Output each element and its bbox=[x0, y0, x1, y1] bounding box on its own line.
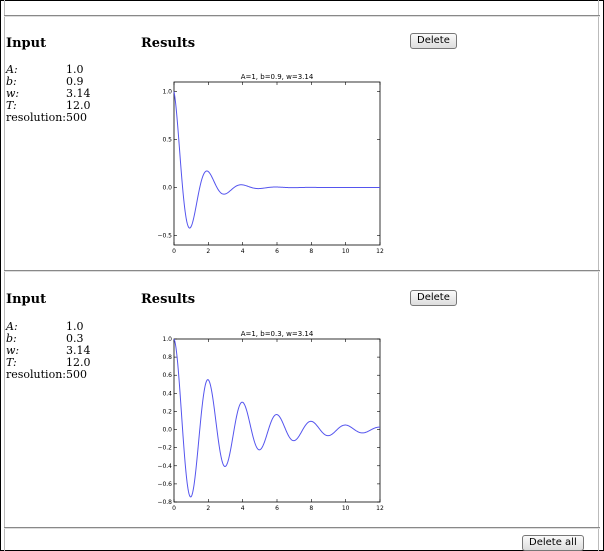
y-tick-label: 0.2 bbox=[162, 408, 172, 415]
y-tick-label: 0.8 bbox=[162, 354, 172, 361]
x-tick-label: 4 bbox=[241, 505, 245, 512]
y-tick-label: −0.2 bbox=[157, 445, 172, 452]
divider bbox=[4, 527, 600, 529]
param-value: 500 bbox=[66, 368, 87, 381]
results-chart: A=1, b=0.3, w=3.14 0 2 4 6 8 10 12 1.0 0.8 0.6 0.4 0… bbox=[157, 330, 384, 512]
y-tick-label: 1.0 bbox=[162, 336, 172, 343]
x-tick-label: 8 bbox=[309, 505, 313, 512]
results-chart: A=1, b=0.9, w=3.14 0 2 4 6 8 10 12 1.0 0.5 0.0 −0.5 bbox=[157, 73, 384, 255]
param-row: resolution: 500 bbox=[6, 369, 91, 381]
y-tick-label: 0.6 bbox=[162, 372, 172, 379]
divider bbox=[4, 270, 600, 272]
x-tick-label: 6 bbox=[275, 505, 279, 512]
y-tick-label: −0.8 bbox=[157, 499, 172, 506]
param-value: 500 bbox=[66, 111, 87, 124]
x-tick-label: 6 bbox=[275, 248, 279, 255]
input-params: A: 1.0 b: 0.9 w: 3.14 T: 12.0 resolution: 500 bbox=[6, 64, 91, 124]
x-tick-label: 12 bbox=[376, 505, 384, 512]
x-tick-label: 10 bbox=[342, 505, 350, 512]
param-key: resolution: bbox=[6, 111, 66, 124]
input-heading: Input bbox=[6, 36, 47, 51]
x-tick-label: 0 bbox=[172, 248, 176, 255]
param-key: resolution: bbox=[6, 368, 66, 381]
delete-button[interactable]: Delete bbox=[410, 290, 457, 306]
plot-area bbox=[173, 338, 381, 503]
results-heading: Results bbox=[141, 292, 196, 307]
x-tick-label: 2 bbox=[206, 248, 210, 255]
y-tick-label: 1.0 bbox=[162, 89, 172, 96]
y-tick-label: 0.0 bbox=[162, 427, 172, 434]
delete-button[interactable]: Delete bbox=[410, 33, 457, 49]
delete-all-button[interactable]: Delete all bbox=[522, 535, 584, 551]
left-border bbox=[4, 0, 5, 551]
y-tick-label: −0.6 bbox=[157, 481, 172, 488]
y-tick-label: 0.5 bbox=[162, 137, 172, 144]
y-tick-label: 0.0 bbox=[162, 184, 172, 191]
results-heading: Results bbox=[141, 36, 196, 51]
input-heading: Input bbox=[6, 292, 47, 307]
param-row: resolution: 500 bbox=[6, 112, 91, 124]
y-tick-label: 0.4 bbox=[162, 390, 172, 397]
right-border bbox=[598, 0, 599, 551]
divider bbox=[4, 15, 600, 17]
x-tick-label: 12 bbox=[376, 248, 384, 255]
y-tick-label: −0.5 bbox=[157, 232, 172, 239]
chart-title: A=1, b=0.9, w=3.14 bbox=[241, 73, 314, 81]
x-tick-label: 0 bbox=[172, 505, 176, 512]
x-tick-label: 4 bbox=[241, 248, 245, 255]
x-tick-label: 2 bbox=[206, 505, 210, 512]
y-tick-label: −0.4 bbox=[157, 463, 172, 470]
plot-area bbox=[173, 81, 381, 246]
input-params: A: 1.0 b: 0.3 w: 3.14 T: 12.0 resolution: 500 bbox=[6, 321, 91, 381]
chart-title: A=1, b=0.3, w=3.14 bbox=[241, 330, 314, 338]
x-tick-label: 8 bbox=[309, 248, 313, 255]
x-tick-label: 10 bbox=[342, 248, 350, 255]
